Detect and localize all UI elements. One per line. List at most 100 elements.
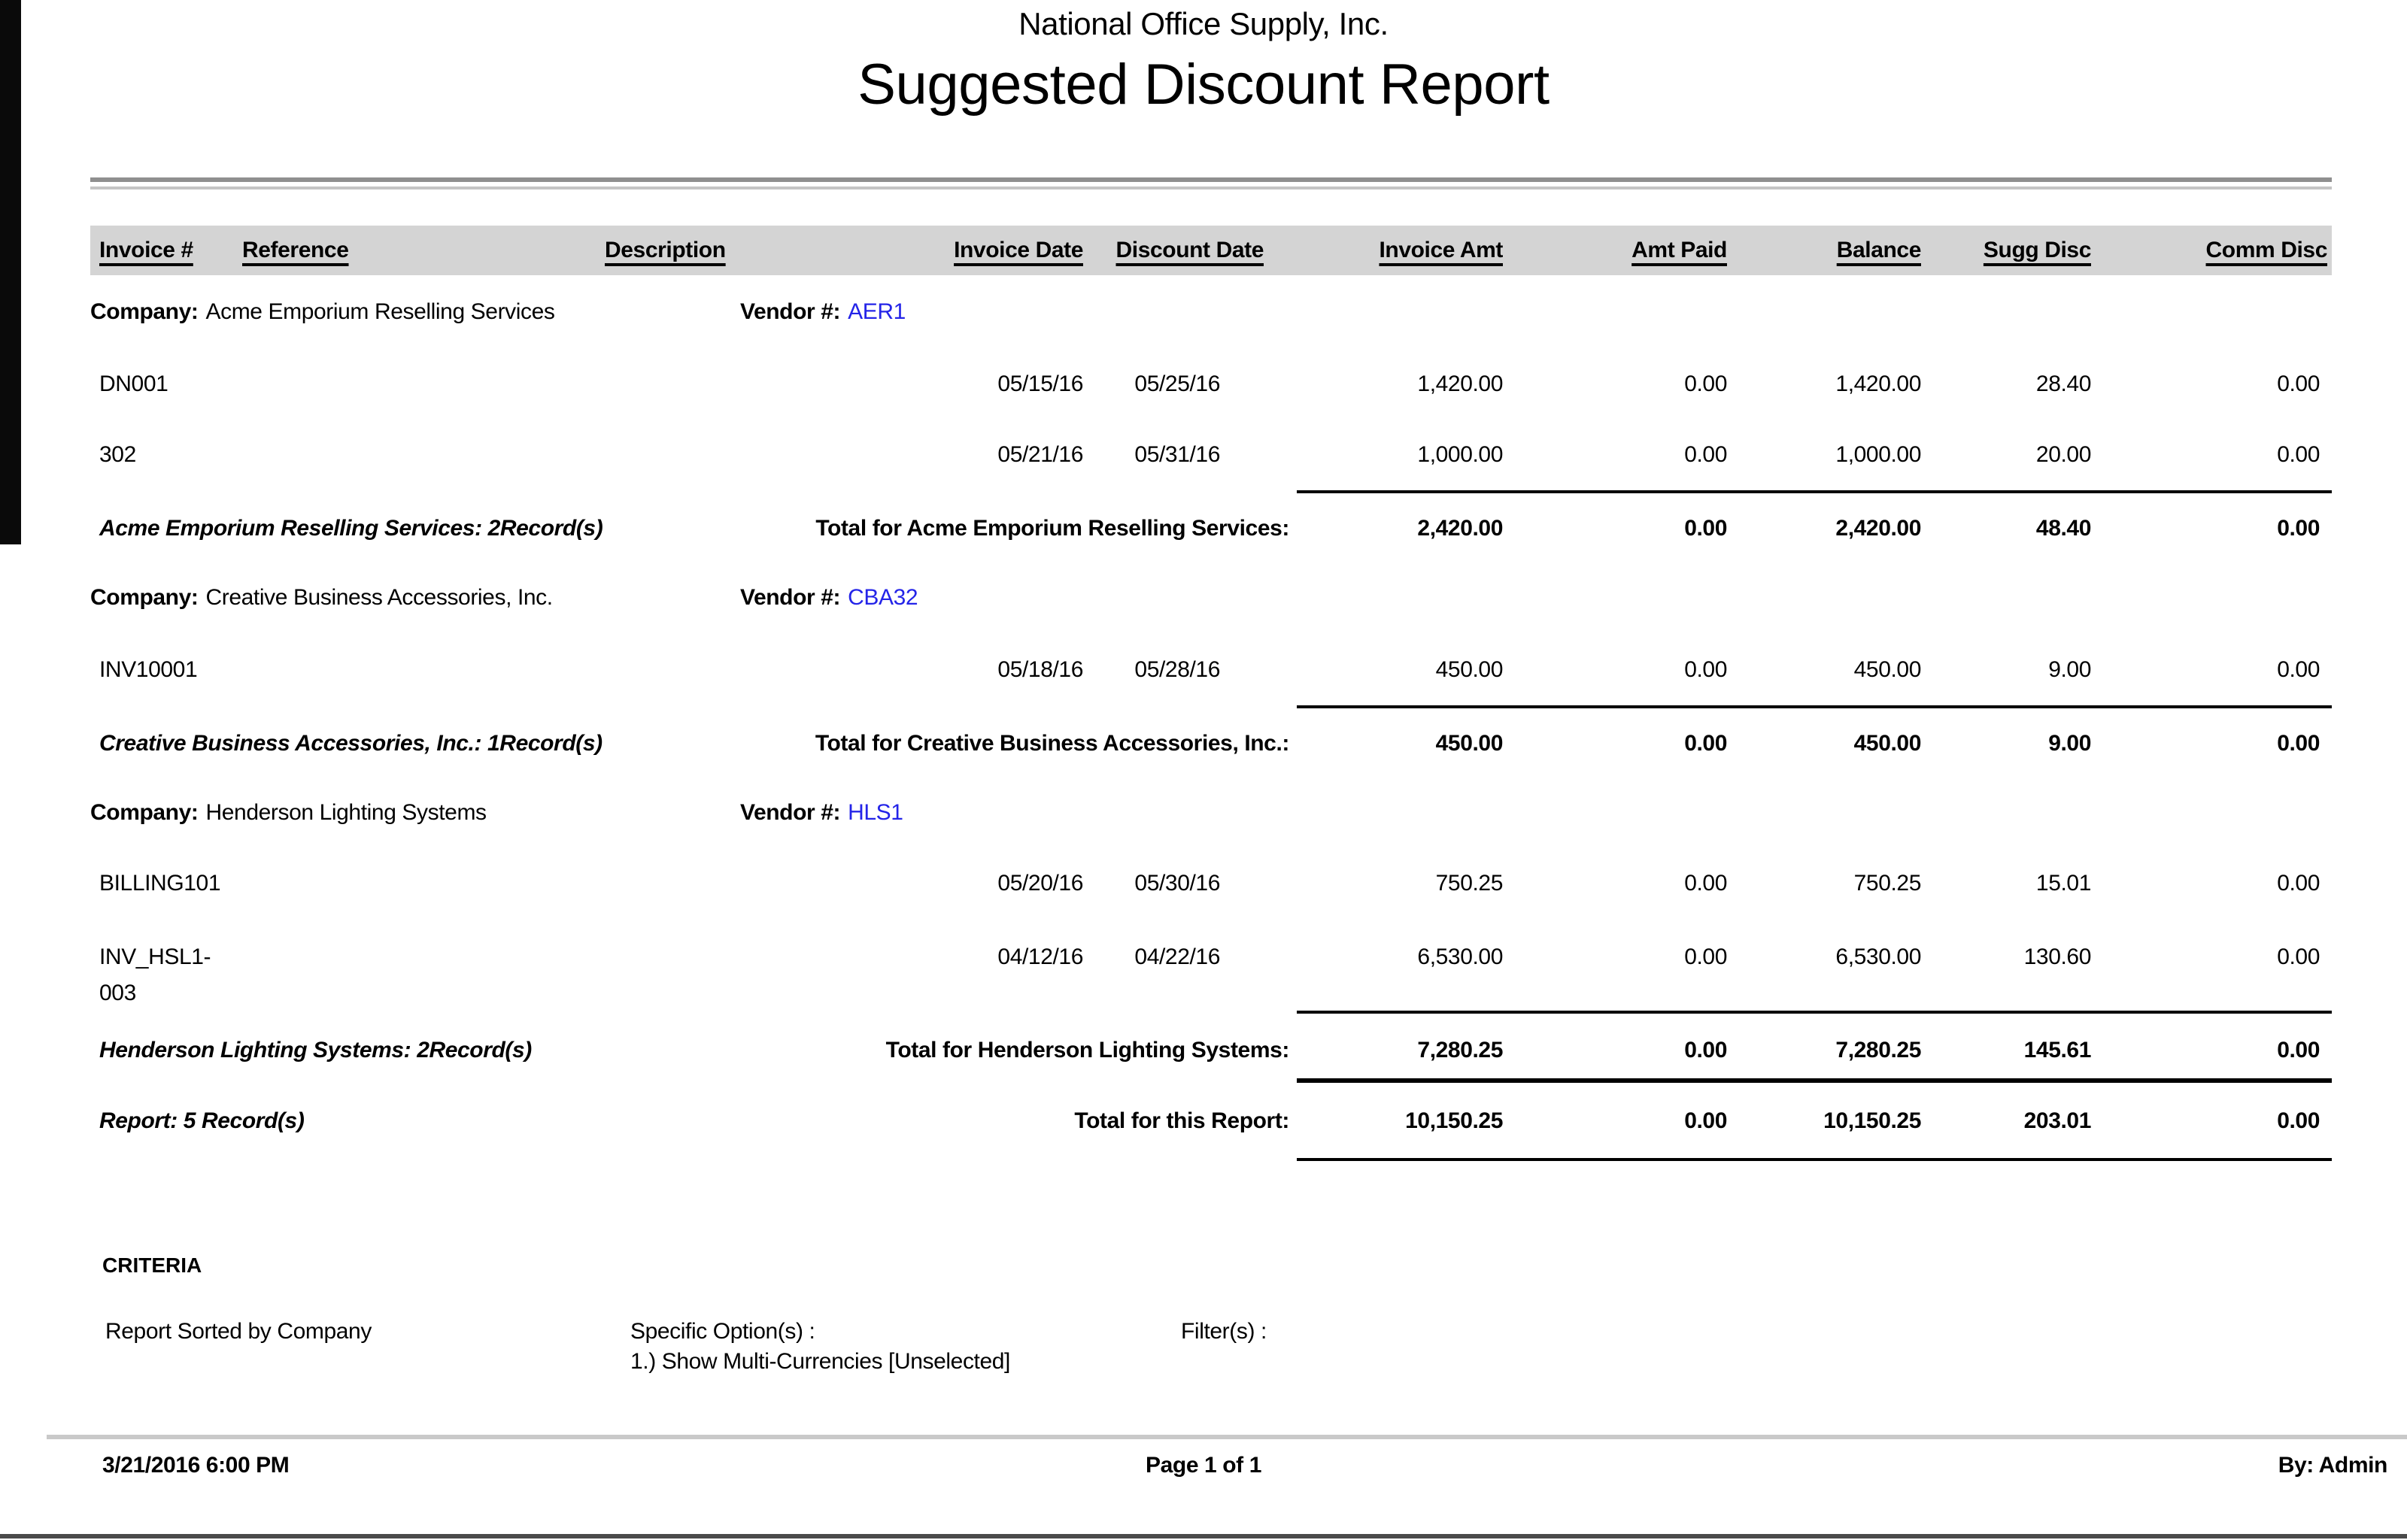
total-amt-paid: 0.00 <box>1503 726 1727 762</box>
cell-amt-paid: 0.00 <box>1503 940 1727 1012</box>
total-invoice-amt: 7,280.25 <box>1264 1033 1503 1069</box>
cell-invoice-number: 302 <box>90 438 241 474</box>
cell-amt-paid: 0.00 <box>1503 866 1727 902</box>
criteria-filters-label: Filter(s) : <box>1181 1319 1267 1344</box>
criteria-options-label: Specific Option(s) : <box>630 1319 815 1344</box>
cell-invoice-number: DN001 <box>90 367 241 403</box>
total-comm-disc: 0.00 <box>2091 1033 2327 1069</box>
cell-invoice-date: 05/18/16 <box>842 653 1083 689</box>
total-comm-disc: 0.00 <box>2091 511 2327 547</box>
criteria-sorted-by: Report Sorted by Company <box>105 1319 372 1344</box>
criteria-option-1: 1.) Show Multi-Currencies [Unselected] <box>630 1349 1010 1375</box>
group-total-row: Creative Business Accessories, Inc.: 1Re… <box>90 726 2327 762</box>
vendor-label: Vendor #: <box>740 800 840 826</box>
cell-invoice-amt: 6,530.00 <box>1264 940 1503 1012</box>
cell-balance: 6,530.00 <box>1727 940 1921 1012</box>
company-name: Henderson Lighting Systems <box>206 800 487 826</box>
total-balance: 2,420.00 <box>1727 511 1921 547</box>
group-total-rule <box>1297 705 2332 708</box>
total-balance: 10,150.25 <box>1727 1104 1921 1140</box>
total-sugg-disc: 48.40 <box>1921 511 2091 547</box>
column-header-comm-disc: Comm Disc <box>2091 238 2327 263</box>
vendor-link[interactable]: HLS1 <box>848 800 903 826</box>
column-header-description: Description <box>602 238 842 263</box>
cell-balance: 750.25 <box>1727 866 1921 902</box>
page-bottom-edge <box>0 1534 2407 1538</box>
group-total-label: Total for Acme Emporium Reselling Servic… <box>815 511 1289 547</box>
company-group-header: Company: Acme Emporium Reselling Services… <box>90 295 2327 331</box>
group-total-row: Henderson Lighting Systems: 2Record(s) T… <box>90 1033 2327 1069</box>
cell-invoice-number: INV_HSL1-003 <box>90 940 241 1012</box>
table-header-row: Invoice # Reference Description Invoice … <box>90 226 2332 275</box>
cell-invoice-amt: 1,000.00 <box>1264 438 1503 474</box>
cell-amt-paid: 0.00 <box>1503 438 1727 474</box>
column-header-sugg-disc: Sugg Disc <box>1921 238 2091 263</box>
group-records-label: Creative Business Accessories, Inc.: 1Re… <box>99 726 603 762</box>
footer-by: By: Admin <box>2278 1453 2387 1478</box>
cell-amt-paid: 0.00 <box>1503 367 1727 403</box>
cell-amt-paid: 0.00 <box>1503 653 1727 689</box>
criteria-heading: CRITERIA <box>102 1253 202 1277</box>
company-group-header: Company: Henderson Lighting Systems Vendo… <box>90 796 2327 832</box>
report-page: National Office Supply, Inc. Suggested D… <box>0 0 2407 1540</box>
total-sugg-disc: 145.61 <box>1921 1033 2091 1069</box>
cell-comm-disc: 0.00 <box>2091 940 2327 1012</box>
total-amt-paid: 0.00 <box>1503 1033 1727 1069</box>
cell-discount-date: 05/31/16 <box>1083 438 1264 474</box>
company-group-header: Company:Creative Business Accessories, I… <box>90 581 2327 617</box>
total-comm-disc: 0.00 <box>2091 726 2327 762</box>
vendor-link[interactable]: AER1 <box>848 299 906 325</box>
table-row: DN001 05/15/16 05/25/16 1,420.00 0.00 1,… <box>90 367 2327 403</box>
table-row: 302 05/21/16 05/31/16 1,000.00 0.00 1,00… <box>90 438 2327 474</box>
total-sugg-disc: 203.01 <box>1921 1104 2091 1140</box>
footer-page-number: Page 1 of 1 <box>0 1453 2407 1478</box>
cell-sugg-disc: 15.01 <box>1921 866 2091 902</box>
group-total-row: Acme Emporium Reselling Services: 2Recor… <box>90 511 2327 547</box>
report-total-row: Report: 5 Record(s) Total for this Repor… <box>90 1104 2327 1140</box>
total-invoice-amt: 2,420.00 <box>1264 511 1503 547</box>
cell-invoice-amt: 750.25 <box>1264 866 1503 902</box>
group-total-label: Total for Henderson Lighting Systems: <box>886 1033 1289 1069</box>
total-amt-paid: 0.00 <box>1503 1104 1727 1140</box>
cell-sugg-disc: 20.00 <box>1921 438 2091 474</box>
column-header-discount-date: Discount Date <box>1083 238 1264 263</box>
report-total-rule-bottom <box>1297 1158 2332 1161</box>
table-row: BILLING101 05/20/16 05/30/16 750.25 0.00… <box>90 866 2327 902</box>
column-header-amt-paid: Amt Paid <box>1503 238 1727 263</box>
cell-comm-disc: 0.00 <box>2091 438 2327 474</box>
zoom-stage: National Office Supply, Inc. Suggested D… <box>0 0 2407 1540</box>
group-records-label: Henderson Lighting Systems: 2Record(s) <box>99 1033 532 1069</box>
company-label: Company: <box>90 800 199 826</box>
report-total-amounts: 10,150.25 0.00 10,150.25 203.01 0.00 <box>1264 1104 2327 1140</box>
column-header-invoice-date: Invoice Date <box>842 238 1083 263</box>
cell-discount-date: 04/22/16 <box>1083 940 1264 1012</box>
company-name: Acme Emporium Reselling Services <box>206 299 555 325</box>
company-header: National Office Supply, Inc. <box>0 8 2407 44</box>
total-invoice-amt: 450.00 <box>1264 726 1503 762</box>
column-header-balance: Balance <box>1727 238 1921 263</box>
total-balance: 450.00 <box>1727 726 1921 762</box>
cell-invoice-date: 05/15/16 <box>842 367 1083 403</box>
column-header-invoice-number: Invoice # <box>90 238 241 263</box>
cell-comm-disc: 0.00 <box>2091 367 2327 403</box>
total-invoice-amt: 10,150.25 <box>1264 1104 1503 1140</box>
cell-comm-disc: 0.00 <box>2091 653 2327 689</box>
cell-discount-date: 05/25/16 <box>1083 367 1264 403</box>
total-amt-paid: 0.00 <box>1503 511 1727 547</box>
vendor-link[interactable]: CBA32 <box>848 585 918 611</box>
table-row: INV_HSL1-003 04/12/16 04/22/16 6,530.00 … <box>90 940 2327 1012</box>
table-row: INV10001 05/18/16 05/28/16 450.00 0.00 4… <box>90 653 2327 689</box>
cell-balance: 1,000.00 <box>1727 438 1921 474</box>
report-total-label: Total for this Report: <box>1074 1104 1289 1140</box>
group-total-amounts: 450.00 0.00 450.00 9.00 0.00 <box>1264 726 2327 762</box>
group-total-amounts: 7,280.25 0.00 7,280.25 145.61 0.00 <box>1264 1033 2327 1069</box>
cell-discount-date: 05/30/16 <box>1083 866 1264 902</box>
vendor-label: Vendor #: <box>740 299 840 325</box>
cell-sugg-disc: 130.60 <box>1921 940 2091 1012</box>
total-sugg-disc: 9.00 <box>1921 726 2091 762</box>
column-header-reference: Reference <box>241 238 602 263</box>
company-label: Company: <box>90 299 199 325</box>
group-total-rule <box>1297 490 2332 493</box>
vendor-label: Vendor #: <box>740 585 840 611</box>
cell-invoice-date: 05/21/16 <box>842 438 1083 474</box>
